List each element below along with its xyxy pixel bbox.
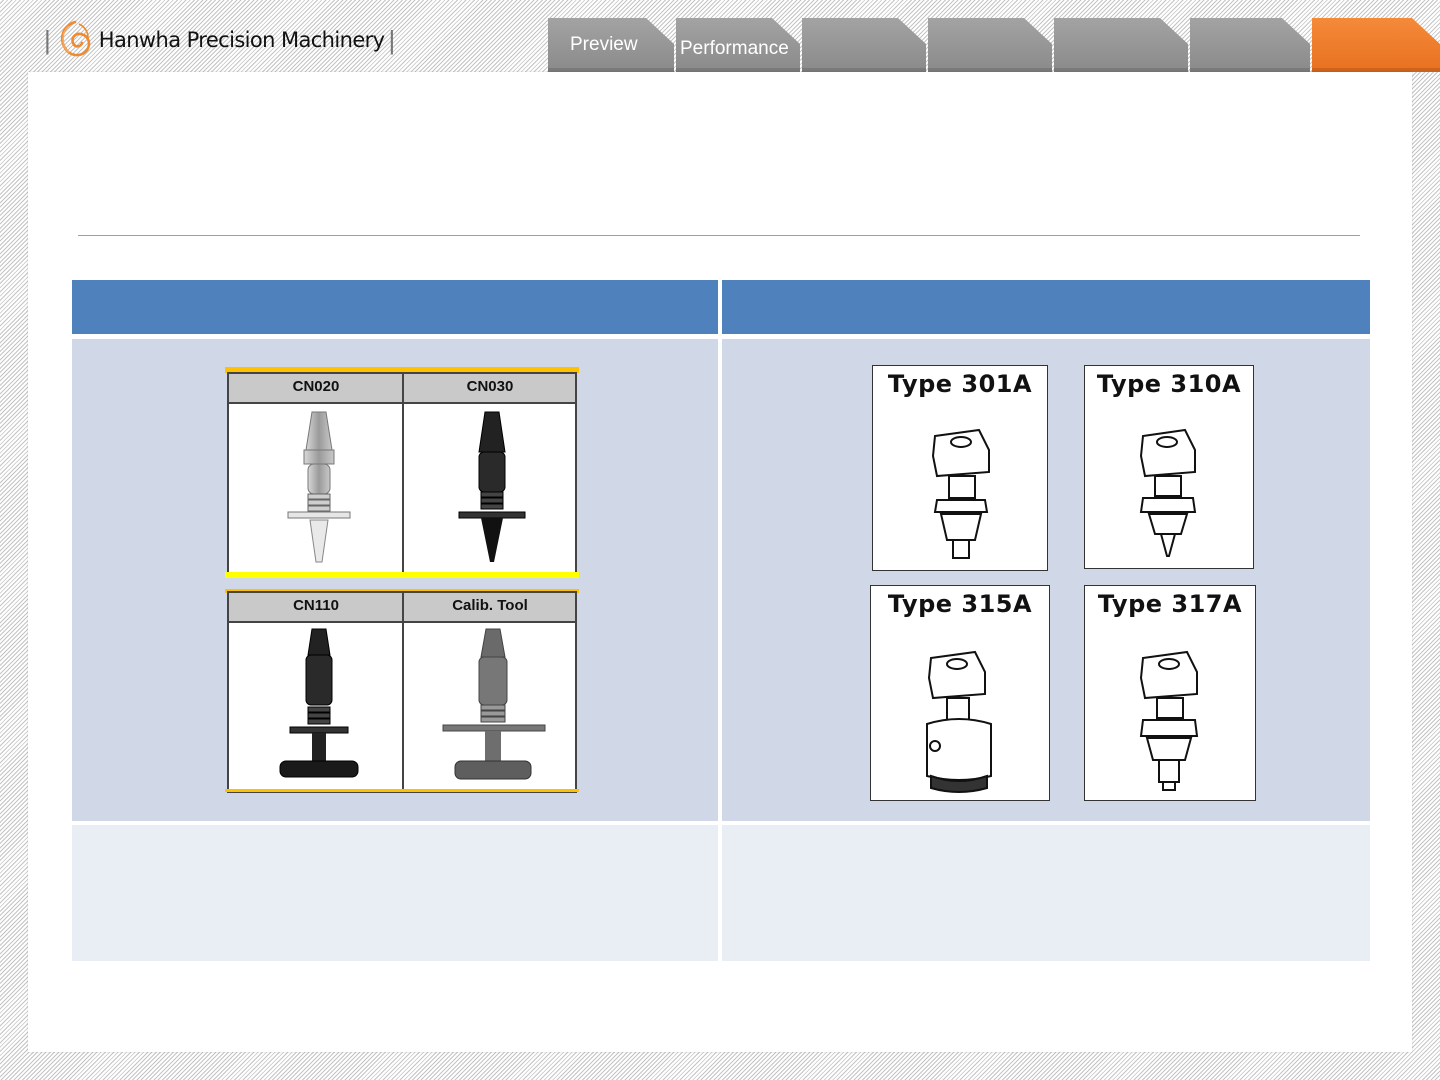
type-310a-card: Type 310A: [1084, 365, 1254, 569]
type-315a-nozzle-image: [926, 650, 992, 793]
type-315a-label: Type 315A: [887, 590, 1033, 618]
cn-bottom-panel: CN110 Calib. Tool: [227, 591, 577, 793]
tab-3[interactable]: [802, 18, 926, 72]
nozzle-cn-cell: CN020 CN030 CN110 Calib. Tool: [72, 339, 718, 821]
logo-divider-left: |: [44, 24, 51, 55]
notes-left-cell: [72, 825, 718, 961]
type-315a-card: Type 315A: [870, 585, 1050, 801]
logo-divider-right: |: [388, 24, 396, 55]
calib-tool-label: Calib. Tool: [452, 597, 528, 614]
cn030-nozzle-image: [458, 411, 526, 562]
tab-preview-label: Preview: [570, 34, 638, 55]
table-header-right: [722, 280, 1370, 334]
title-underline: [78, 235, 1360, 236]
cn-top-panel: CN020 CN030: [227, 372, 577, 576]
section-tabs: Preview Performance: [548, 18, 1440, 72]
table-header-row: [72, 280, 1370, 334]
nozzle-type-cell: Type 301A Type 310A Type 315A Type 317A: [722, 339, 1370, 821]
notes-right-cell: [722, 825, 1370, 961]
panel-bottom-bottom-bar: [225, 789, 579, 792]
table-row-notes: [72, 825, 1370, 961]
slide-content: CN020 CN030 CN110 Calib. Tool Type 301A …: [28, 72, 1412, 1052]
cn020-nozzle-image: [287, 411, 351, 563]
hanwha-flame-icon: [60, 20, 91, 57]
cn110-label: CN110: [293, 597, 339, 614]
type-317a-label: Type 317A: [1097, 590, 1243, 618]
type-310a-nozzle-image: [1139, 428, 1197, 557]
type-317a-nozzle-image: [1139, 650, 1199, 791]
type-301a-label: Type 301A: [887, 370, 1033, 398]
header-bar: | Hanwha Precision Machinery | Preview P…: [0, 0, 1440, 72]
panel-top-bottom-bar: [225, 572, 579, 578]
cn030-label: CN030: [466, 378, 514, 395]
type-301a-nozzle-image: [931, 428, 990, 559]
cn020-label: CN020: [292, 378, 340, 395]
tab-performance[interactable]: Performance: [676, 18, 800, 72]
brand-name: Hanwha Precision Machinery: [98, 28, 385, 52]
type-310a-label: Type 310A: [1096, 370, 1242, 398]
calib-tool-image: [442, 628, 546, 780]
tab-active[interactable]: [1312, 18, 1440, 72]
table-header-left: [72, 280, 718, 334]
tab-performance-label: Performance: [680, 38, 789, 59]
brand-logo[interactable]: | Hanwha Precision Machinery |: [40, 16, 399, 64]
cn110-nozzle-image: [279, 628, 359, 778]
type-317a-card: Type 317A: [1084, 585, 1256, 801]
tab-4[interactable]: [928, 18, 1052, 72]
tab-5[interactable]: [1054, 18, 1188, 72]
type-301a-card: Type 301A: [872, 365, 1048, 571]
tab-6[interactable]: [1190, 18, 1310, 72]
tab-preview[interactable]: Preview: [548, 18, 674, 72]
table-row-images: CN020 CN030 CN110 Calib. Tool Type 301A …: [72, 339, 1370, 821]
